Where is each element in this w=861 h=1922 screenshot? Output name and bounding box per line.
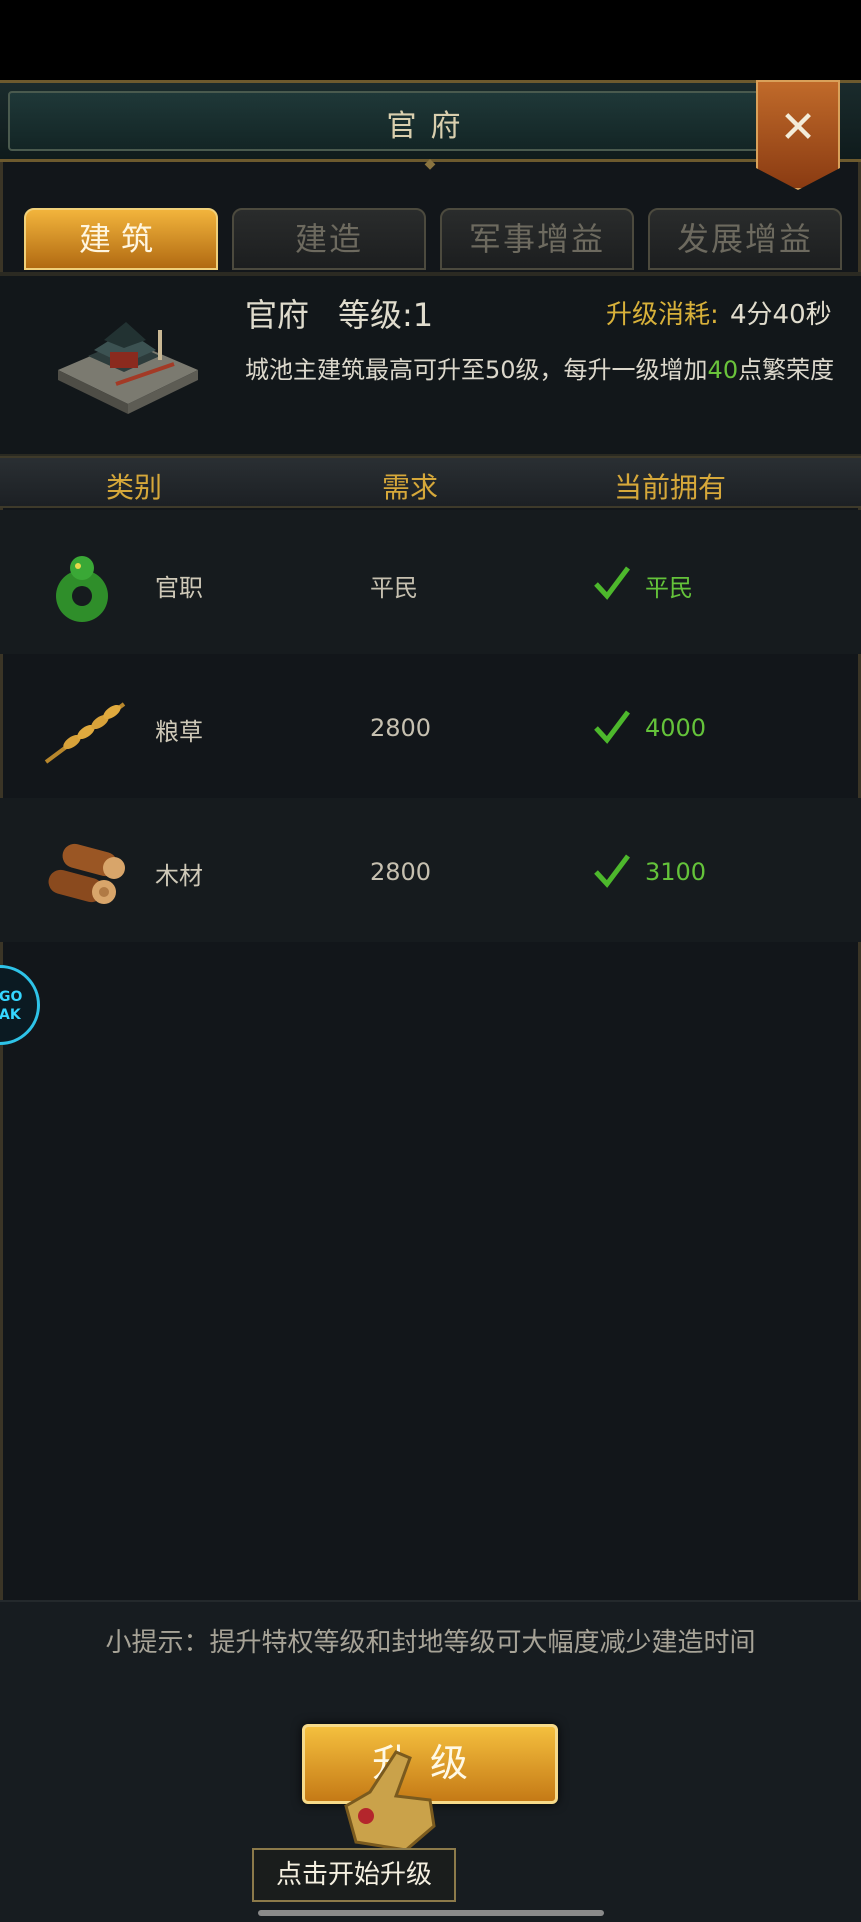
header-requirement: 需求 — [382, 471, 439, 504]
title-bar: 官府 — [0, 80, 861, 162]
building-name: 官府 — [245, 296, 310, 334]
tab-bar: 建筑 建造 军事增益 发展增益 — [24, 208, 846, 272]
tab-construct[interactable]: 建造 — [232, 208, 426, 270]
category-text: 官职 — [155, 574, 203, 602]
requirements-header: 类别 需求 当前拥有 — [0, 456, 861, 508]
checkmark-icon — [594, 854, 630, 888]
tab-building[interactable]: 建筑 — [24, 208, 218, 270]
floating-button-text: GO AK — [0, 989, 23, 1023]
upgrade-cost-label: 升级消耗: — [606, 300, 719, 330]
title-ornament: ◆ — [424, 156, 436, 172]
palace-building-icon — [58, 322, 198, 414]
close-button[interactable]: ✕ — [756, 80, 840, 190]
pointing-hand-icon — [344, 1750, 436, 1852]
upgrade-cost-value: 4分40秒 — [730, 300, 832, 330]
building-level: 等级:1 — [338, 296, 434, 334]
requirement-text: 2800 — [370, 858, 432, 886]
requirement-text: 平民 — [370, 574, 418, 602]
page-title: 官府 — [386, 109, 475, 144]
owned-text: 平民 — [645, 574, 693, 602]
table-row: 官职 平民 平民 — [0, 510, 861, 654]
tab-military-bonus[interactable]: 军事增益 — [440, 208, 634, 270]
wheat-icon — [44, 702, 126, 764]
description-text-end: 点繁荣度 — [738, 356, 835, 384]
table-row: 粮草 2800 4000 — [0, 654, 861, 798]
tab-development-bonus[interactable]: 发展增益 — [648, 208, 842, 270]
guide-tooltip: 点击开始升级 — [252, 1848, 456, 1902]
category-text: 木材 — [155, 862, 203, 890]
home-indicator[interactable] — [258, 1910, 604, 1916]
header-category: 类别 — [106, 471, 163, 504]
description-text: 城池主建筑最高可升至50级，每升一级增加 — [245, 356, 708, 384]
building-description: 城池主建筑最高可升至50级，每升一级增加40点繁荣度 — [245, 350, 835, 390]
checkmark-icon — [594, 566, 630, 600]
tip-text: 小提示：提升特权等级和封地等级可大幅度减少建造时间 — [105, 1628, 756, 1658]
jade-ring-icon — [56, 556, 108, 622]
description-highlight: 40 — [707, 356, 739, 384]
close-icon: ✕ — [779, 102, 817, 153]
category-text: 粮草 — [155, 718, 203, 746]
status-bar — [0, 0, 861, 80]
table-row: 木材 2800 3100 — [0, 798, 861, 942]
owned-text: 3100 — [645, 858, 707, 886]
wood-logs-icon — [48, 843, 125, 904]
checkmark-icon — [594, 710, 630, 744]
header-owned: 当前拥有 — [614, 471, 727, 504]
owned-text: 4000 — [645, 714, 707, 742]
requirement-text: 2800 — [370, 714, 432, 742]
